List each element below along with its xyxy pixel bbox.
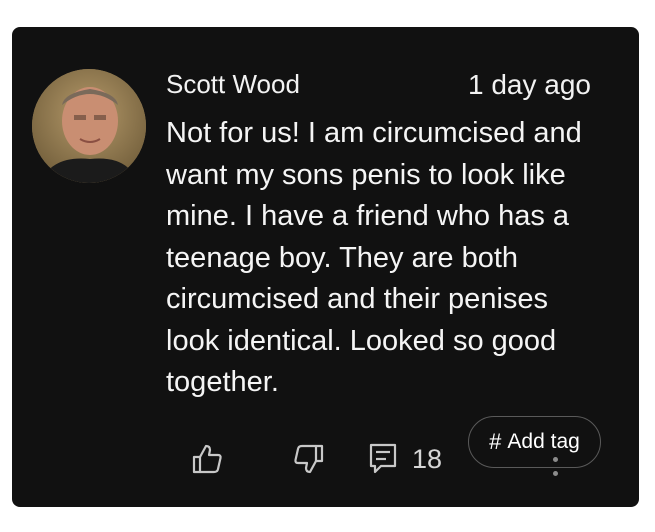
more-dot-icon [553, 471, 558, 476]
avatar[interactable] [32, 69, 146, 183]
more-options-button[interactable] [548, 455, 562, 479]
add-tag-button[interactable]: # Add tag [468, 416, 601, 468]
author-name[interactable]: Scott Wood [166, 69, 300, 99]
comment-card: Scott Wood 1 day ago Not for us! I am ci… [12, 27, 639, 507]
like-button[interactable] [190, 442, 224, 476]
dislike-button[interactable] [292, 442, 326, 476]
reply-count: 18 [412, 444, 443, 474]
comment-icon [369, 443, 397, 474]
more-dot-icon [553, 457, 558, 462]
user-photo-icon [32, 69, 146, 183]
hash-icon: # [489, 429, 502, 454]
thumbs-down-icon [294, 444, 324, 474]
thumbs-up-icon [192, 444, 222, 474]
comment-text: Not for us! I am circumcised and want my… [166, 117, 582, 398]
reply-button[interactable]: 18 [368, 442, 442, 476]
comment-timestamp: 1 day ago [468, 69, 591, 100]
add-tag-label: Add tag [507, 430, 580, 453]
